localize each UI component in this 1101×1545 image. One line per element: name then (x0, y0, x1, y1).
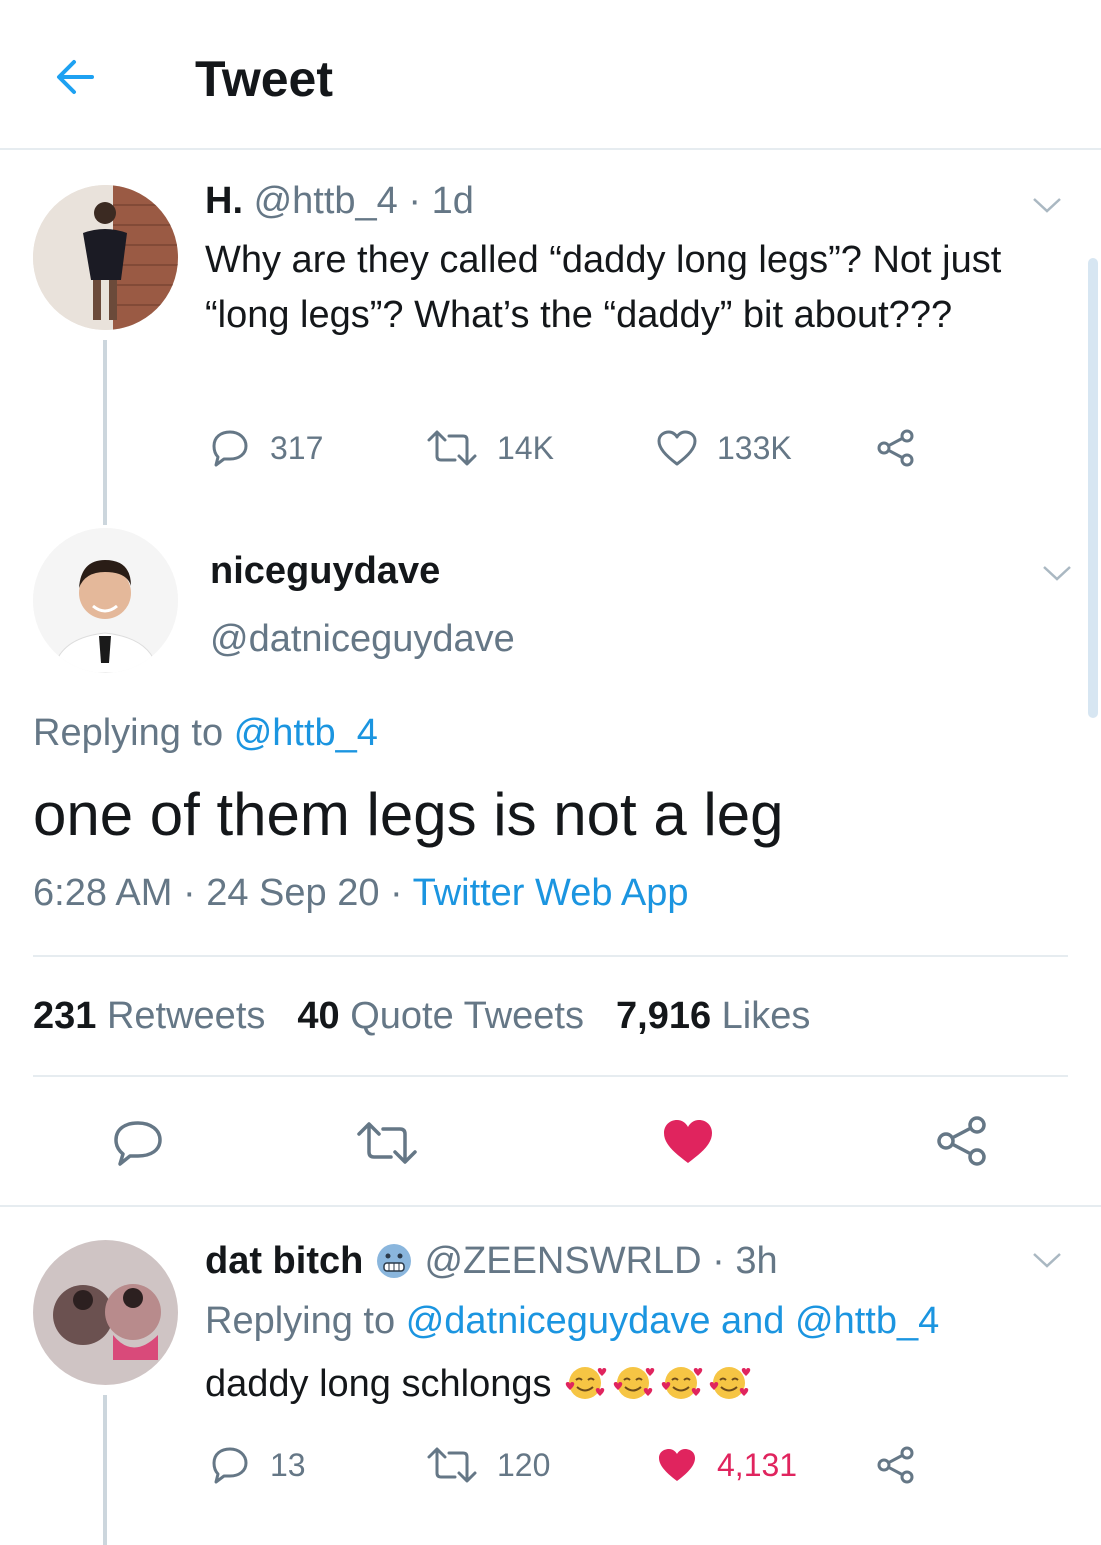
scrollbar[interactable] (1088, 258, 1098, 718)
separator-dot: · (408, 180, 422, 222)
quote-tweets-stat[interactable]: 40 Quote Tweets (297, 995, 584, 1037)
tweet-source-link[interactable]: Twitter Web App (413, 872, 689, 914)
author-name[interactable]: dat bitch (205, 1240, 363, 1282)
author-handle[interactable]: @ZEENSWRLD (424, 1240, 701, 1282)
reply-icon (212, 1447, 248, 1484)
smiling-face-with-hearts-icon (661, 1367, 703, 1399)
author-handle[interactable]: @datniceguydave (210, 618, 515, 661)
reply-count: 317 (270, 429, 324, 466)
reply-icon (212, 430, 248, 467)
chevron-down-icon[interactable] (1040, 563, 1074, 583)
share-button[interactable] (875, 428, 937, 468)
reply-count: 13 (270, 1446, 306, 1483)
share-button[interactable] (875, 1445, 937, 1485)
share-icon[interactable] (935, 1115, 991, 1167)
divider (0, 1205, 1101, 1207)
tweet-date: 24 Sep 20 (206, 872, 380, 914)
like-count: 133K (717, 429, 792, 466)
like-count: 4,131 (717, 1446, 798, 1483)
divider (33, 955, 1068, 957)
mention-link[interactable]: @datniceguydave (406, 1300, 711, 1342)
tweet-time: 1d (431, 180, 474, 222)
retweet-count: 120 (497, 1446, 551, 1483)
retweets-stat[interactable]: 231 Retweets (33, 995, 265, 1037)
smiling-face-with-hearts-icon (565, 1367, 607, 1399)
arrow-left-icon[interactable] (50, 52, 100, 102)
reply-icon[interactable] (110, 1118, 166, 1168)
tweet-meta: 6:28 AM · 24 Sep 20 · Twitter Web App (33, 872, 689, 914)
author-name[interactable]: niceguydave (210, 550, 440, 593)
tweet-time: 3h (735, 1240, 778, 1282)
chevron-down-icon[interactable] (1030, 195, 1064, 215)
retweet-button[interactable]: 120 (425, 1445, 550, 1485)
tweet-text: Why are they called “daddy long legs”? N… (205, 239, 1002, 336)
like-button[interactable]: 133K (655, 428, 792, 468)
divider (33, 1075, 1068, 1077)
tweet-time: 6:28 AM (33, 872, 173, 914)
share-icon (877, 429, 914, 467)
smiling-face-with-hearts-icon (709, 1367, 751, 1399)
avatar[interactable] (33, 1240, 178, 1385)
tweet-header: dat bitch @ZEENSWRLD · 3h (205, 1240, 778, 1282)
avatar[interactable] (33, 528, 178, 673)
share-icon (877, 1446, 914, 1484)
author-handle[interactable]: @httb_4 (254, 180, 398, 222)
heart-filled-icon (659, 1449, 695, 1481)
grimacing-face-icon (376, 1244, 411, 1278)
heart-filled-icon[interactable] (660, 1117, 716, 1167)
heart-outline-icon (657, 430, 697, 466)
top-bar: Tweet (0, 0, 1101, 150)
likes-stat[interactable]: 7,916 Likes (616, 995, 810, 1037)
like-button[interactable]: 4,131 (655, 1445, 797, 1485)
reply-button[interactable]: 317 (208, 428, 323, 468)
emoji-group (562, 1363, 754, 1405)
thread-line (103, 340, 107, 525)
mention-link[interactable]: @httb_4 (795, 1300, 939, 1342)
retweet-count: 14K (497, 429, 554, 466)
tweet-text: daddy long schlongs (205, 1362, 754, 1406)
page-title: Tweet (195, 51, 333, 107)
smiling-face-with-hearts-icon (613, 1367, 655, 1399)
retweet-icon[interactable] (355, 1120, 419, 1166)
retweet-button[interactable]: 14K (425, 428, 554, 468)
thread-line (103, 1395, 107, 1545)
avatar[interactable] (33, 185, 178, 330)
tweet-header: H. @httb_4 · 1d (205, 180, 474, 223)
engagement-stats: 231 Retweets 40 Quote Tweets 7,916 Likes (33, 995, 810, 1038)
replying-to: Replying to @httb_4 (33, 712, 378, 754)
chevron-down-icon[interactable] (1030, 1250, 1064, 1270)
author-name[interactable]: H. (205, 180, 243, 222)
retweet-icon (427, 1447, 477, 1483)
mention-link[interactable]: @httb_4 (234, 712, 378, 754)
reply-button[interactable]: 13 (208, 1445, 306, 1485)
retweet-icon (427, 430, 477, 466)
replying-to: Replying to @datniceguydave and @httb_4 (205, 1300, 940, 1342)
tweet-text: one of them legs is not a leg (33, 781, 784, 848)
